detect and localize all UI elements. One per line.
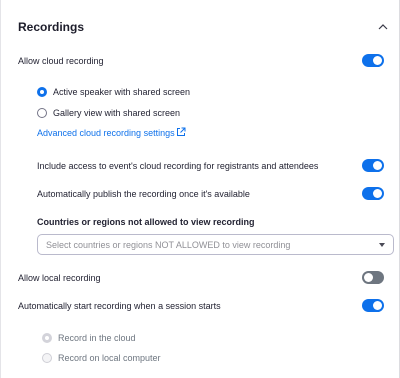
restricted-regions-select[interactable]: Select countries or regions NOT ALLOWED … xyxy=(37,234,394,255)
toggle-knob xyxy=(364,273,373,282)
auto-publish-row: Automatically publish the recording once… xyxy=(18,187,384,202)
recordings-panel: Recordings Allow cloud recording Active … xyxy=(0,0,400,378)
radio-active-speaker[interactable]: Active speaker with shared screen xyxy=(37,86,237,100)
allow-local-recording-row: Allow local recording xyxy=(18,271,384,286)
radio-button[interactable] xyxy=(37,108,47,118)
auto-start-recording-row: Automatically start recording when a ses… xyxy=(18,299,384,314)
radio-button[interactable] xyxy=(37,87,47,97)
restricted-regions-heading: Countries or regions not allowed to view… xyxy=(37,217,255,227)
include-access-label: Include access to event's cloud recordin… xyxy=(37,161,319,171)
include-access-toggle[interactable] xyxy=(362,159,384,172)
auto-publish-label: Automatically publish the recording once… xyxy=(37,189,250,199)
radio-label: Record on local computer xyxy=(58,353,161,363)
caret-down-icon xyxy=(379,243,385,247)
select-placeholder: Select countries or regions NOT ALLOWED … xyxy=(46,240,291,250)
external-link-icon[interactable] xyxy=(176,127,186,137)
radio-button[interactable] xyxy=(42,333,52,343)
allow-cloud-recording-label: Allow cloud recording xyxy=(18,56,104,66)
auto-publish-toggle[interactable] xyxy=(362,187,384,200)
allow-cloud-recording-toggle[interactable] xyxy=(362,54,384,67)
toggle-knob xyxy=(373,161,382,170)
radio-label: Gallery view with shared screen xyxy=(53,108,181,118)
toggle-knob xyxy=(373,301,382,310)
section-header[interactable]: Recordings xyxy=(18,20,389,36)
radio-gallery-view[interactable]: Gallery view with shared screen xyxy=(37,107,237,121)
radio-button[interactable] xyxy=(42,353,52,363)
toggle-knob xyxy=(373,189,382,198)
radio-record-in-cloud[interactable]: Record in the cloud xyxy=(42,332,202,346)
auto-start-recording-toggle[interactable] xyxy=(362,299,384,312)
radio-record-local[interactable]: Record on local computer xyxy=(42,352,202,366)
allow-local-recording-label: Allow local recording xyxy=(18,273,101,283)
allow-local-recording-toggle[interactable] xyxy=(362,271,384,284)
advanced-cloud-recording-link[interactable]: Advanced cloud recording settings xyxy=(37,127,175,139)
radio-label: Record in the cloud xyxy=(58,333,136,343)
auto-start-recording-label: Automatically start recording when a ses… xyxy=(18,301,221,311)
section-title: Recordings xyxy=(18,20,85,34)
allow-cloud-recording-row: Allow cloud recording xyxy=(18,54,384,69)
radio-label: Active speaker with shared screen xyxy=(53,87,191,97)
toggle-knob xyxy=(373,56,382,65)
include-access-row: Include access to event's cloud recordin… xyxy=(18,159,384,174)
chevron-up-icon[interactable] xyxy=(377,21,389,33)
